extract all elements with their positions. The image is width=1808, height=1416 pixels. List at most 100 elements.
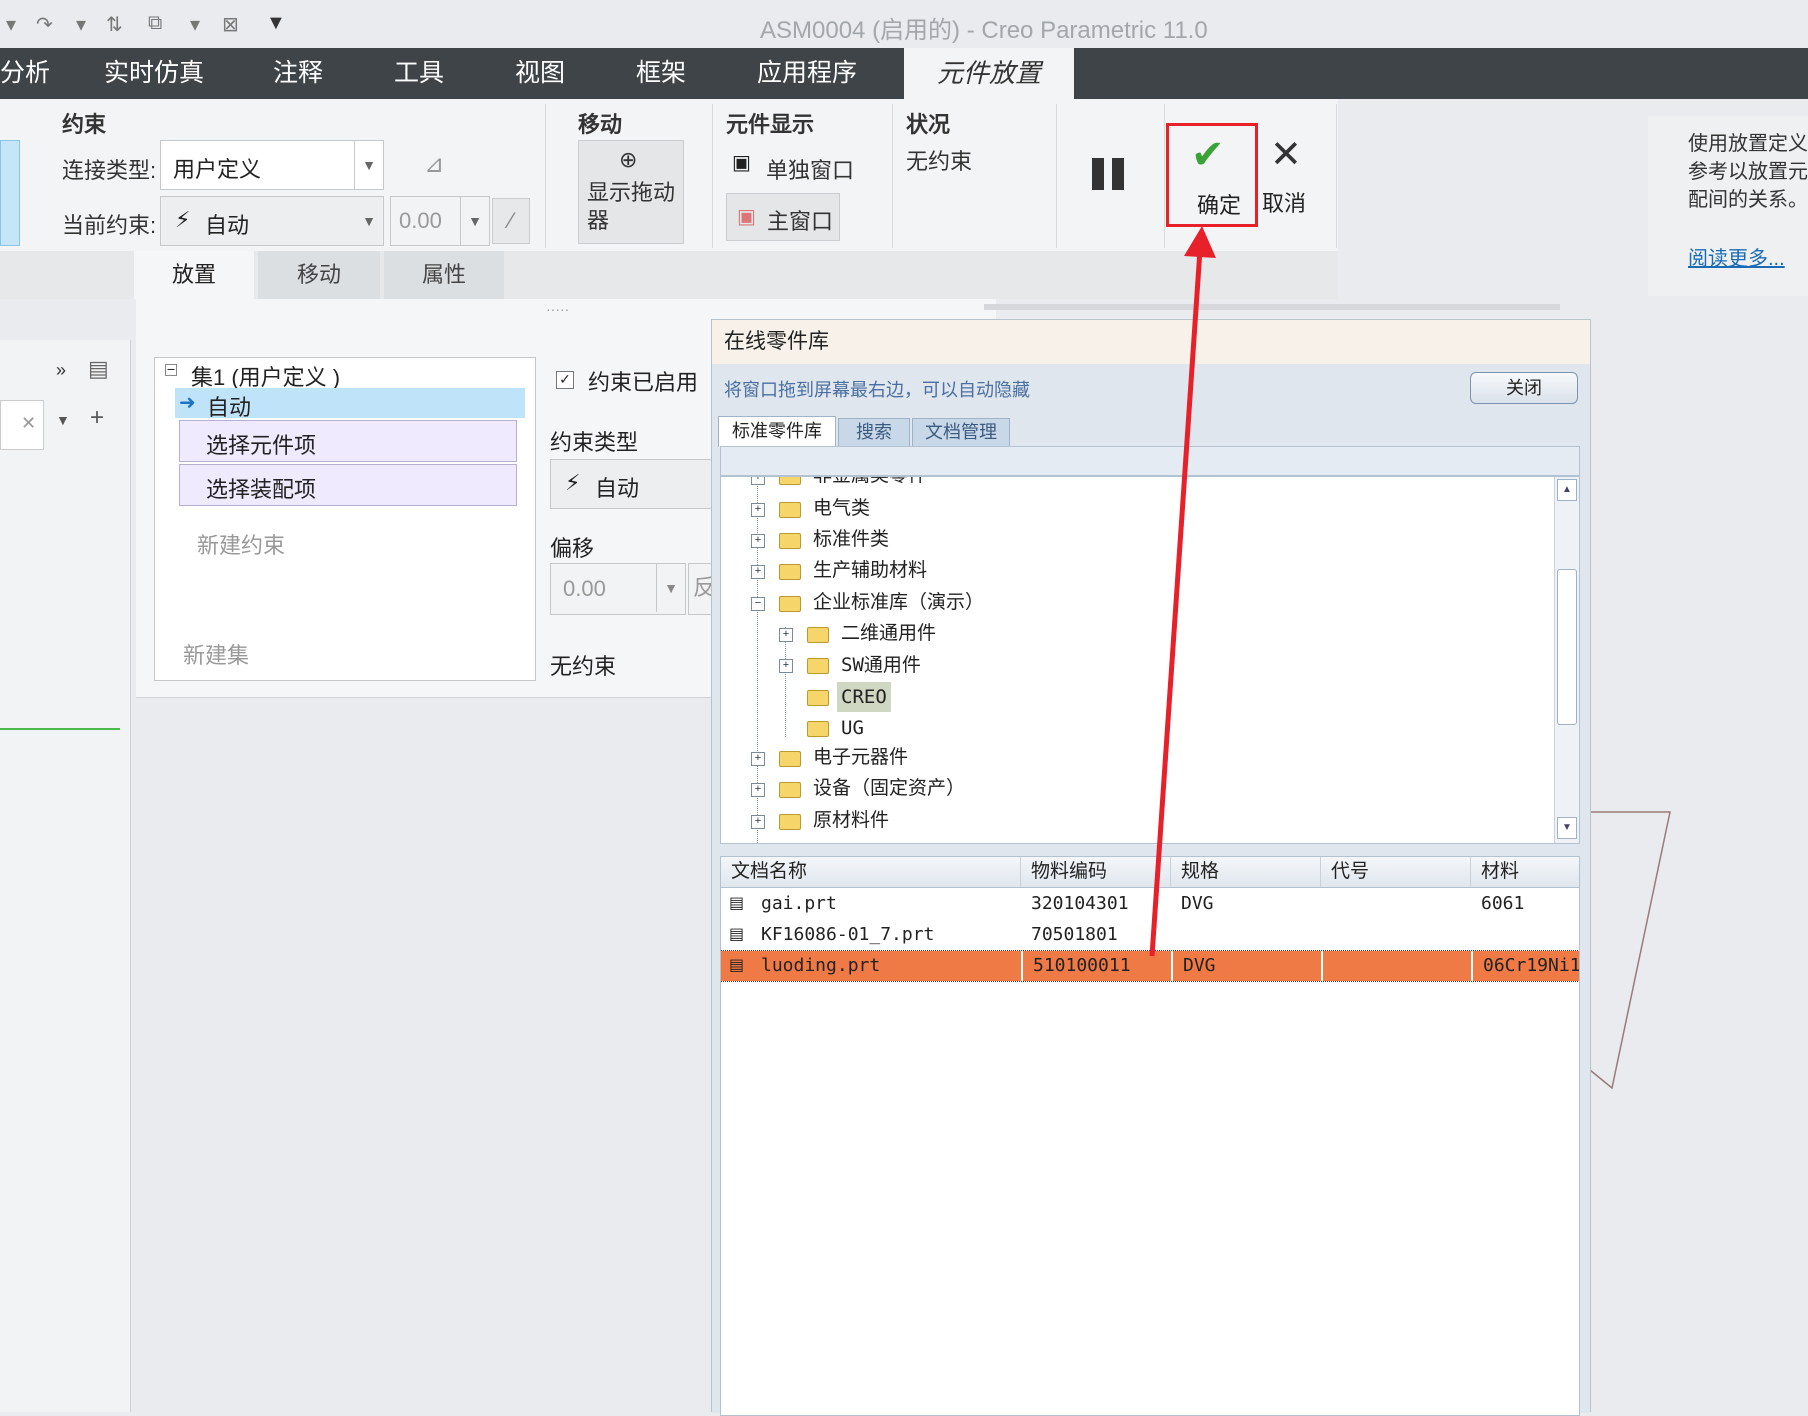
tab-framework[interactable]: 框架 xyxy=(636,48,686,99)
connection-type-label: 连接类型: xyxy=(62,158,157,183)
tree-item-2d-common[interactable]: 二维通用件 xyxy=(841,619,936,649)
regenerate-icon[interactable]: ⇅ xyxy=(106,12,123,37)
dropdown-icon[interactable]: ▾ xyxy=(190,12,200,37)
tab-tools[interactable]: 工具 xyxy=(394,48,444,99)
collapse-icon[interactable]: − xyxy=(165,362,177,376)
constraint-type-label: 约束类型 xyxy=(550,430,639,455)
filter-input[interactable]: ✕ xyxy=(0,400,44,450)
offset-input[interactable]: 0.00 ▼ xyxy=(390,196,490,246)
ribbon-left-button[interactable] xyxy=(0,140,20,246)
dropdown-icon[interactable]: ▾ xyxy=(76,12,86,37)
chevron-down-icon[interactable]: ▼ xyxy=(56,412,70,428)
constraint-enabled-checkbox[interactable]: ✓ xyxy=(556,371,574,389)
folder-icon xyxy=(807,627,829,643)
tab-move[interactable]: 移动 xyxy=(258,251,380,299)
tree-item-electronics[interactable]: 电子元器件 xyxy=(813,743,908,773)
dialog-body: 将窗口拖到屏幕最右边，可以自动隐藏 关闭 标准零件库 搜索 文档管理 + 非金属… xyxy=(712,364,1590,1416)
flip-constraint-icon[interactable]: ⊿ xyxy=(424,150,444,179)
flip-offset-icon[interactable]: ⁄ xyxy=(492,198,530,244)
column-material[interactable]: 材料 xyxy=(1471,857,1579,887)
tab-placement[interactable]: 放置 xyxy=(134,251,254,299)
select-assembly-item[interactable]: 选择装配项 xyxy=(179,464,517,506)
tab-component-placement[interactable]: 元件放置 xyxy=(904,48,1074,99)
new-set-link[interactable]: 新建集 xyxy=(183,638,249,670)
tree-item-standard[interactable]: 标准件类 xyxy=(813,525,889,555)
redo-icon[interactable]: ↷ xyxy=(36,12,53,37)
main-window-button[interactable]: ▣ 主窗口 xyxy=(726,193,840,241)
tree-header xyxy=(720,446,1580,476)
tab-view[interactable]: 视图 xyxy=(515,48,565,99)
constraint-type-select[interactable]: ⚡ 自动 xyxy=(550,459,712,509)
offset-field[interactable]: 0.00 ▼ xyxy=(550,563,686,615)
expand-icon[interactable]: + xyxy=(751,477,765,485)
tree-item-raw-materials[interactable]: 原材料件 xyxy=(813,806,889,836)
tab-doc-management[interactable]: 文档管理 xyxy=(912,418,1010,448)
separate-window-button[interactable]: 单独窗口 xyxy=(766,153,854,185)
column-doc-name[interactable]: 文档名称 xyxy=(721,857,1021,887)
auto-label: 自动 xyxy=(207,395,252,420)
expand-icon[interactable]: + xyxy=(751,752,765,766)
scroll-down-icon[interactable]: ▼ xyxy=(1557,817,1577,839)
pause-icon[interactable] xyxy=(1092,158,1104,190)
resize-grip[interactable]: ····· xyxy=(546,301,569,317)
show-dragger-label: 显示拖动器 xyxy=(587,180,676,233)
column-spec[interactable]: 规格 xyxy=(1171,857,1321,887)
tree-item-creo[interactable]: CREO xyxy=(837,682,891,712)
expand-icon[interactable]: + xyxy=(751,534,765,548)
expand-icon[interactable]: + xyxy=(779,628,793,642)
new-constraint-link[interactable]: 新建约束 xyxy=(197,528,285,560)
cell-name: luoding.prt xyxy=(751,951,1019,981)
confirm-button[interactable]: ✔ 确定 xyxy=(1166,123,1258,227)
folder-icon xyxy=(779,814,801,830)
tree-scrollbar[interactable]: ▲ ▼ xyxy=(1554,477,1579,843)
tree-item-nonmetal[interactable]: 非金属类零件 xyxy=(813,477,927,491)
windows-icon[interactable]: ⧉ xyxy=(148,12,162,35)
scroll-up-icon[interactable]: ▲ xyxy=(1557,479,1577,501)
scroll-thumb[interactable] xyxy=(1557,569,1577,725)
tab-analysis[interactable]: 分析 xyxy=(0,48,50,99)
collapse-icon[interactable]: − xyxy=(751,597,765,611)
close-window-icon[interactable]: ⊠ xyxy=(222,12,239,37)
expand-icon[interactable]: + xyxy=(779,659,793,673)
document-icon: ▤ xyxy=(729,926,745,943)
dropdown-icon[interactable]: ▾ xyxy=(6,12,16,37)
tree-item-electrical[interactable]: 电气类 xyxy=(813,494,870,524)
column-material-code[interactable]: 物料编码 xyxy=(1021,857,1171,887)
table-row[interactable]: ▤ gai.prt 320104301 DVG 6061 xyxy=(721,889,1579,919)
tab-search[interactable]: 搜索 xyxy=(838,418,910,448)
expand-icon[interactable]: + xyxy=(751,565,765,579)
tab-annotate[interactable]: 注释 xyxy=(273,48,323,99)
customize-toolbar-icon[interactable]: ▼ xyxy=(266,12,286,35)
tab-standard-parts[interactable]: 标准零件库 xyxy=(718,416,836,447)
show-dragger-button[interactable]: ⊕ 显示拖动器 xyxy=(578,140,684,244)
connection-type-select[interactable]: 用户定义 ▼ xyxy=(160,140,384,190)
select-component-item[interactable]: 选择元件项 xyxy=(179,420,517,462)
read-more-link[interactable]: 阅读更多... xyxy=(1688,242,1785,271)
clear-icon[interactable]: ✕ xyxy=(21,413,36,434)
add-icon[interactable]: + xyxy=(90,404,104,432)
expand-icon[interactable]: + xyxy=(751,783,765,797)
tree-item-enterprise[interactable]: 企业标准库（演示） xyxy=(813,588,984,618)
constraint-item-auto[interactable]: ➜ 自动 xyxy=(175,388,525,420)
table-row-selected[interactable]: ▤ luoding.prt 510100011 DVG 06Cr19Ni10 xyxy=(721,950,1579,982)
cell-spec: DVG xyxy=(1171,951,1319,981)
tree-item-production-aux[interactable]: 生产辅助材料 xyxy=(813,556,927,586)
expand-icon[interactable]: » xyxy=(56,360,66,381)
cancel-button[interactable]: ✕ 取消 xyxy=(1262,132,1318,226)
tree-item-ug[interactable]: UG xyxy=(841,713,864,743)
cell-code: 510100011 xyxy=(1021,951,1169,981)
current-constraint-select[interactable]: ⚡ 自动 ▼ xyxy=(160,196,384,246)
expand-icon[interactable]: + xyxy=(751,503,765,517)
tab-applications[interactable]: 应用程序 xyxy=(757,48,857,99)
table-row[interactable]: ▤ KF16086-01_7.prt 70501801 xyxy=(721,920,1579,950)
tree-item-sw-common[interactable]: SW通用件 xyxy=(841,650,921,680)
document-icon: ▤ xyxy=(729,957,745,974)
title-bar: ▾ ↷ ▾ ⇅ ⧉ ▾ ⊠ ▼ ASM0004 (启用的) - Creo Par… xyxy=(0,0,1808,48)
expand-icon[interactable]: + xyxy=(751,815,765,829)
column-id[interactable]: 代号 xyxy=(1321,857,1471,887)
tree-item-equipment[interactable]: 设备（固定资产） xyxy=(813,774,965,804)
tab-properties[interactable]: 属性 xyxy=(384,251,504,299)
settings-icon[interactable]: ▤ xyxy=(88,356,109,382)
tab-simulation[interactable]: 实时仿真 xyxy=(104,48,204,99)
close-button[interactable]: 关闭 xyxy=(1470,372,1578,404)
